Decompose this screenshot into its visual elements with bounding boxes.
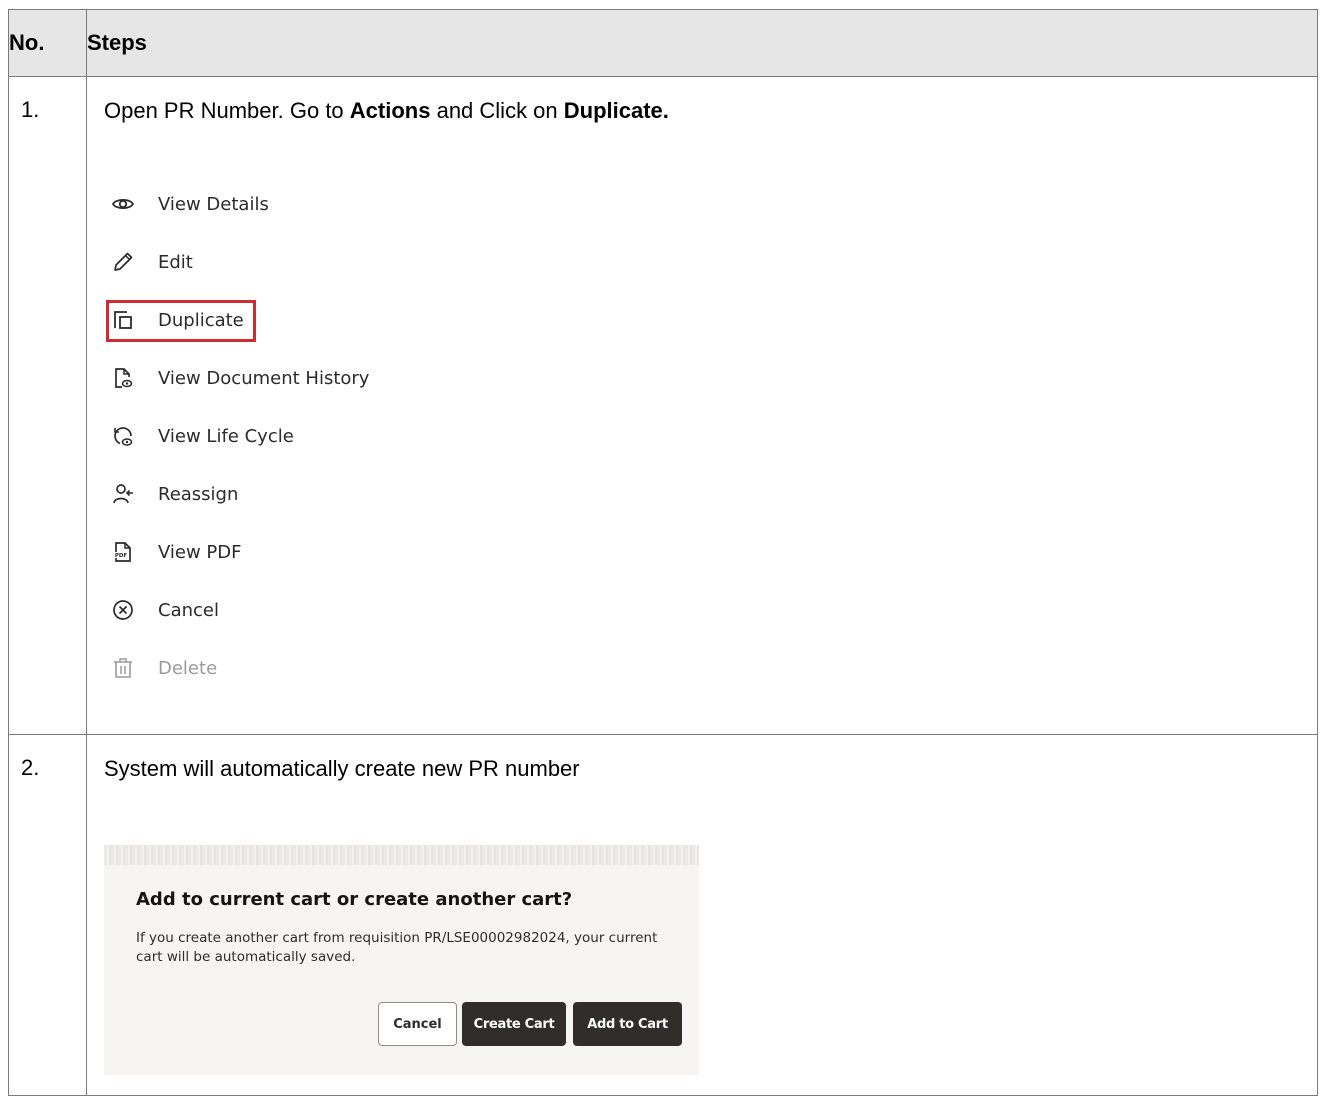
menu-item-label: View PDF: [158, 541, 242, 563]
header-no: No.: [8, 9, 87, 77]
instruction-text: and Click on: [430, 98, 564, 123]
cancel-button[interactable]: Cancel: [378, 1002, 457, 1046]
create-cart-button[interactable]: Create Cart: [462, 1002, 566, 1046]
menu-item-view-pdf[interactable]: PDF View PDF: [110, 523, 1317, 581]
pdf-icon: PDF: [110, 539, 136, 565]
steps-table: No. Steps 1. Open PR Number. Go to Actio…: [8, 9, 1318, 1096]
step-content-cell: System will automatically create new PR …: [86, 734, 1318, 1096]
trash-icon: [110, 655, 136, 681]
menu-item-edit[interactable]: Edit: [110, 233, 1317, 291]
cancel-circle-icon: [110, 597, 136, 623]
table-header-row: No. Steps: [8, 9, 1318, 77]
step-instruction: Open PR Number. Go to Actions and Click …: [104, 97, 1317, 125]
menu-item-label: View Details: [158, 193, 269, 215]
table-row: 1. Open PR Number. Go to Actions and Cli…: [8, 76, 1318, 735]
life-cycle-icon: [110, 423, 136, 449]
menu-item-view-document-history[interactable]: View Document History: [110, 349, 1317, 407]
menu-item-duplicate[interactable]: Duplicate: [106, 291, 1317, 349]
menu-item-label: Delete: [158, 657, 218, 679]
dialog-message: If you create another cart from requisit…: [136, 930, 658, 965]
highlight-box: [106, 300, 256, 342]
instruction-bold-duplicate: Duplicate.: [563, 98, 669, 123]
menu-item-label: Cancel: [158, 599, 219, 621]
step-content-cell: Open PR Number. Go to Actions and Click …: [86, 76, 1318, 735]
menu-item-label: View Document History: [158, 367, 370, 389]
dialog-title: Add to current cart or create another ca…: [136, 889, 573, 910]
menu-item-label: Edit: [158, 251, 193, 273]
document-history-icon: [110, 365, 136, 391]
step-instruction: System will automatically create new PR …: [104, 756, 580, 781]
pencil-icon: [110, 249, 136, 275]
instruction-bold-actions: Actions: [349, 98, 431, 123]
menu-item-view-life-cycle[interactable]: View Life Cycle: [110, 407, 1317, 465]
step-number: 2.: [21, 755, 40, 780]
add-to-cart-button[interactable]: Add to Cart: [573, 1002, 682, 1046]
menu-item-view-details[interactable]: View Details: [110, 175, 1317, 233]
menu-item-label: Reassign: [158, 483, 239, 505]
cart-dialog: Add to current cart or create another ca…: [104, 845, 699, 1075]
actions-menu: View Details Edit Duplicate View Documen…: [106, 175, 1317, 697]
menu-item-reassign[interactable]: Reassign: [110, 465, 1317, 523]
table-row: 2. System will automatically create new …: [8, 734, 1318, 1096]
dialog-texture: [104, 845, 699, 865]
instruction-text: Open PR Number. Go to: [104, 98, 350, 123]
svg-text:PDF: PDF: [115, 553, 128, 559]
eye-icon: [110, 191, 136, 217]
step-number-cell: 1.: [8, 76, 87, 735]
reassign-user-icon: [110, 481, 136, 507]
menu-item-cancel[interactable]: Cancel: [110, 581, 1317, 639]
step-number-cell: 2.: [8, 734, 87, 1096]
header-steps: Steps: [86, 9, 1318, 77]
menu-item-delete: Delete: [110, 639, 1317, 697]
menu-item-label: View Life Cycle: [158, 425, 294, 447]
step-number: 1.: [21, 97, 40, 122]
